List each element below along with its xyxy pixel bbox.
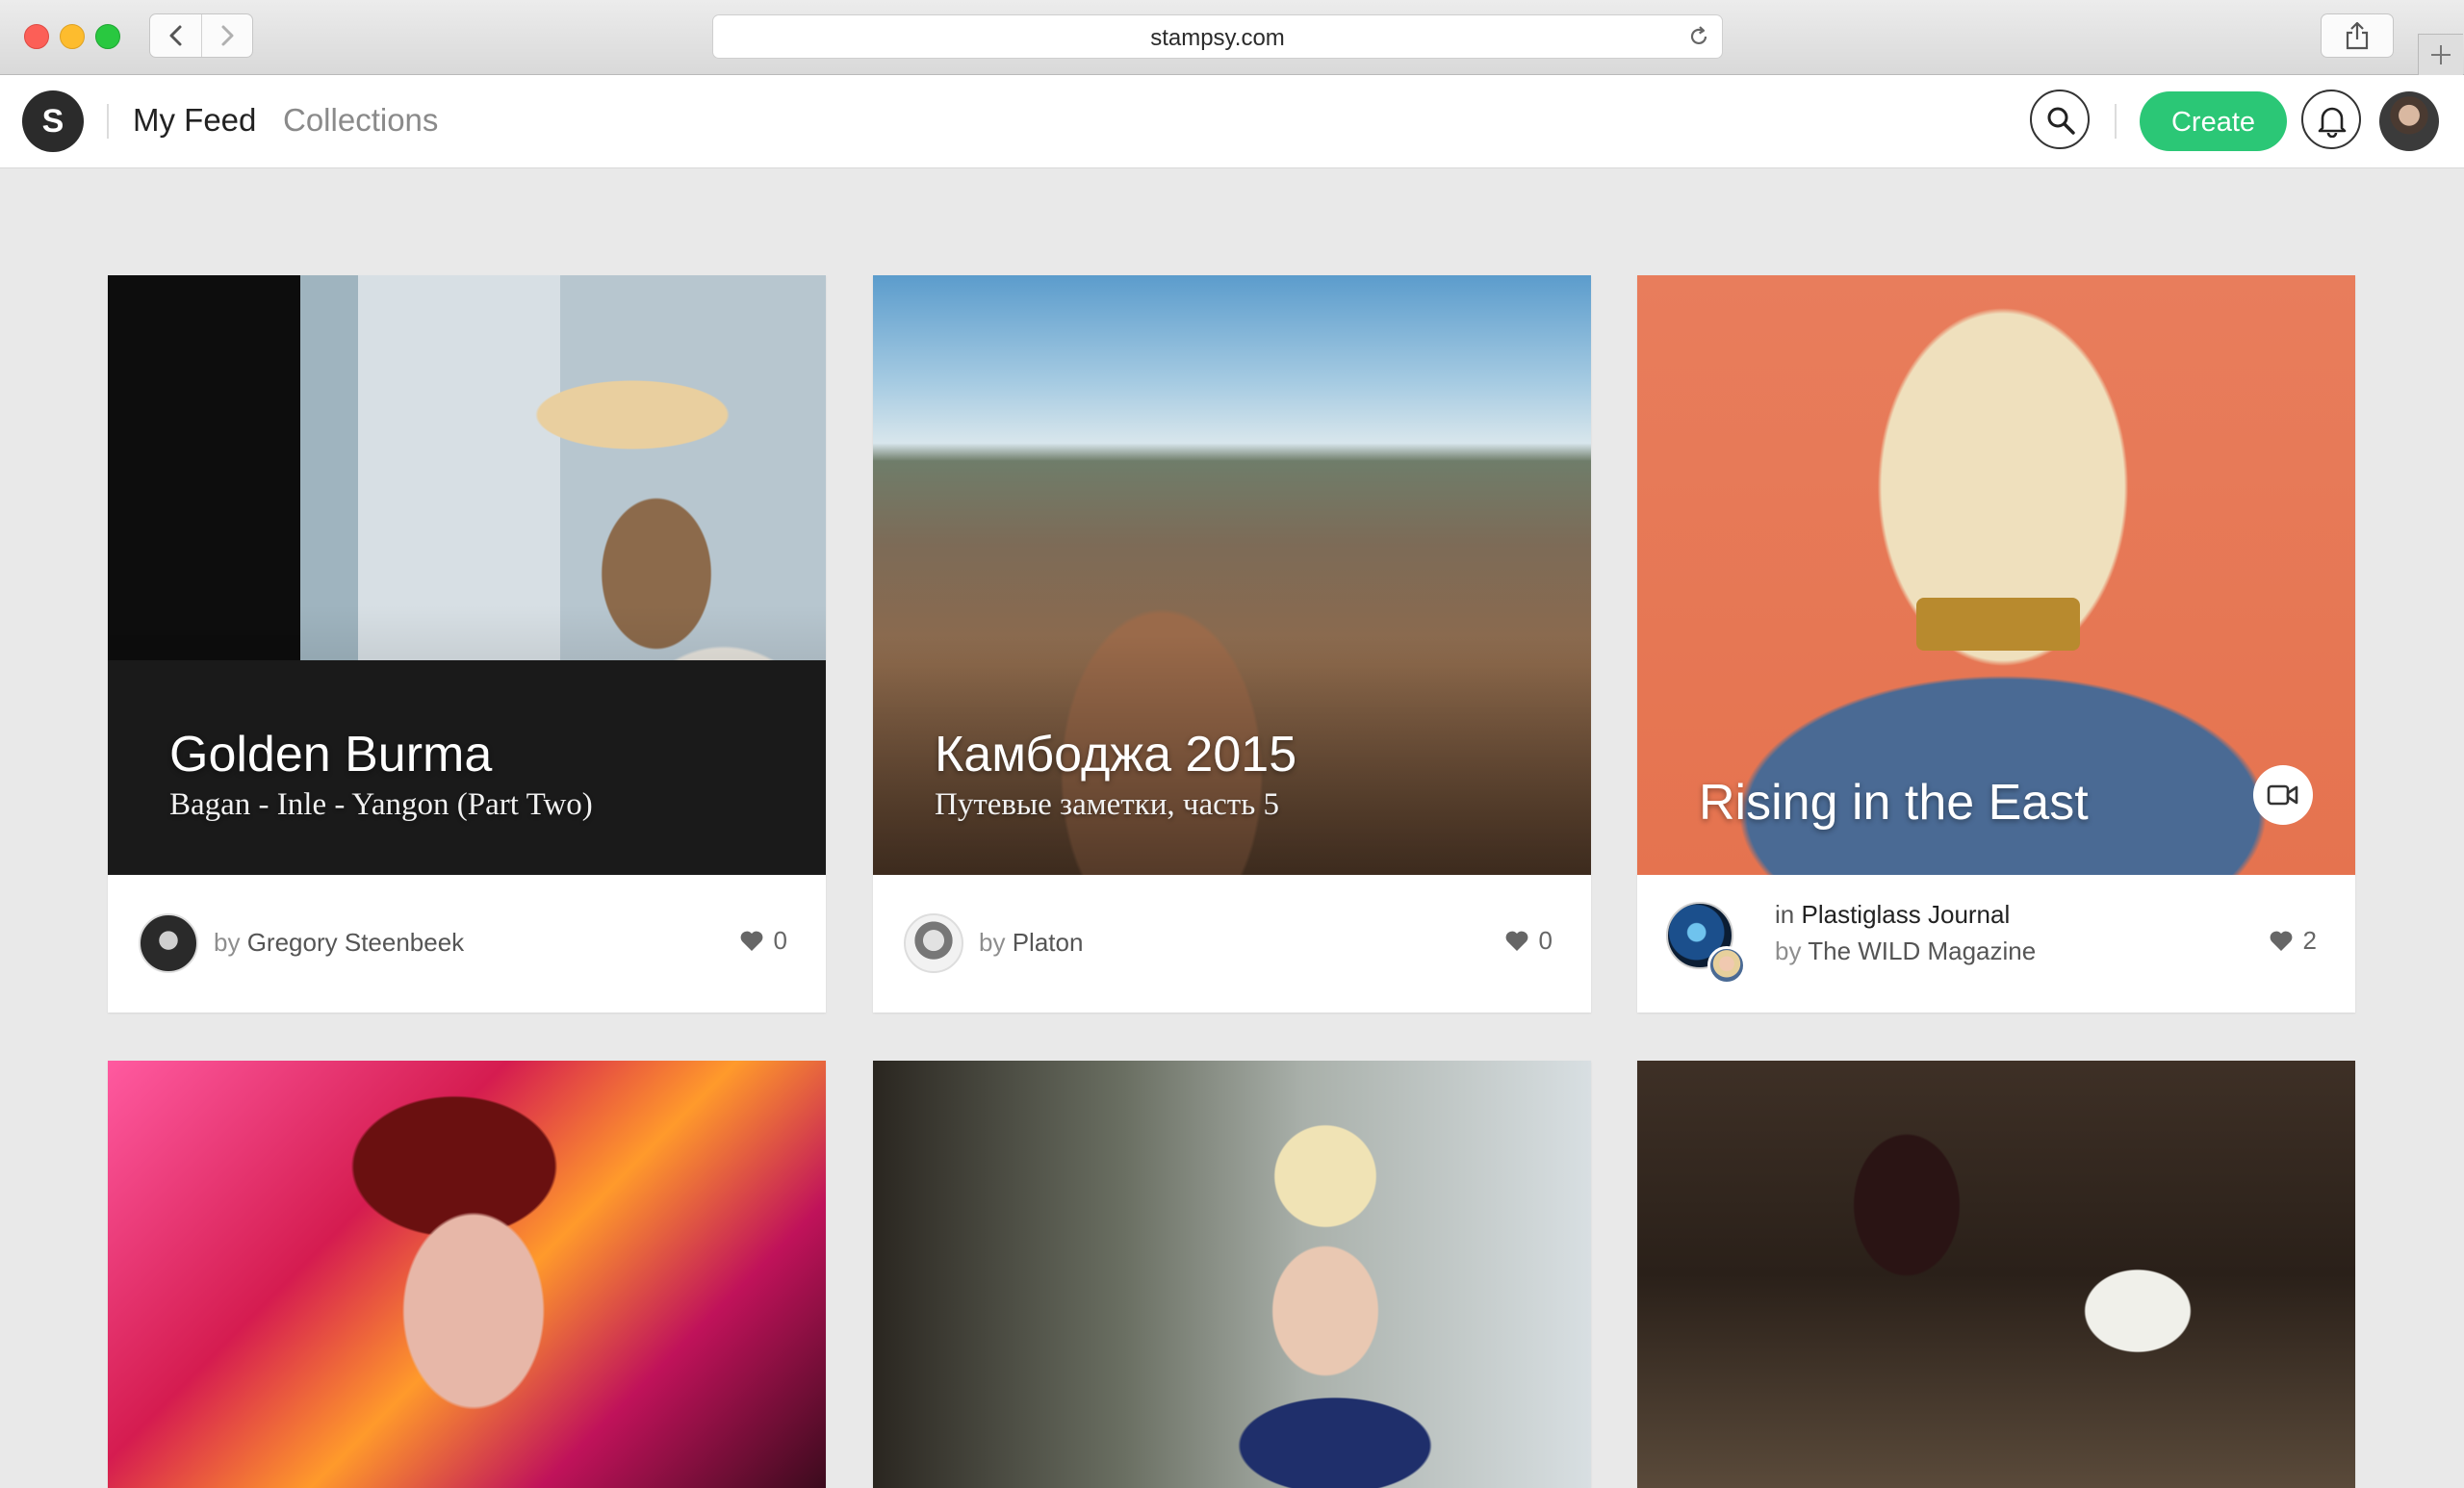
collection-name[interactable]: Plastiglass Journal [1801, 900, 2010, 929]
story-meta: by Gregory Steenbeek 0 [108, 875, 826, 1013]
story-card[interactable]: Камбоджа 2015 Путевые заметки, часть 5 b… [873, 275, 1591, 1013]
search-icon [2047, 107, 2075, 135]
author-name[interactable]: Gregory Steenbeek [247, 928, 464, 957]
share-icon [2346, 21, 2369, 50]
divider [2115, 104, 2117, 139]
like-number: 0 [1538, 926, 1553, 955]
heart-icon [2270, 931, 2292, 951]
video-badge [2253, 765, 2313, 825]
address-bar[interactable]: stampsy.com [712, 14, 1723, 59]
forward-button[interactable] [201, 14, 252, 57]
like-number: 2 [2302, 926, 2317, 955]
story-card[interactable] [873, 1061, 1591, 1488]
heart-icon [740, 931, 762, 951]
author-line: by Gregory Steenbeek [214, 928, 464, 958]
divider [107, 104, 109, 139]
by-prefix: by [1775, 936, 1802, 965]
author-line: by Platon [979, 928, 1083, 958]
stampsy-logo[interactable]: S [22, 90, 84, 152]
like-count[interactable]: 0 [1504, 926, 1553, 956]
notifications-button[interactable] [2301, 90, 2361, 149]
back-button[interactable] [150, 14, 202, 57]
story-card[interactable] [108, 1061, 826, 1488]
chevron-right-icon [221, 25, 234, 46]
story-card[interactable] [1637, 1061, 2355, 1488]
reload-icon[interactable] [1687, 25, 1710, 48]
story-subtitle: Bagan - Inle - Yangon (Part Two) [169, 787, 593, 822]
chevron-left-icon [169, 25, 182, 46]
search-button[interactable] [2030, 90, 2090, 149]
story-title: Rising in the East [1699, 775, 2089, 831]
nav-collections[interactable]: Collections [283, 102, 438, 139]
bell-icon [2318, 107, 2347, 138]
nav-my-feed[interactable]: My Feed [133, 102, 256, 139]
like-count[interactable]: 0 [739, 926, 787, 956]
story-meta: by Platon 0 [873, 875, 1591, 1013]
story-cover-image[interactable] [873, 1061, 1591, 1488]
plus-icon [2431, 45, 2451, 64]
heart-icon [1505, 931, 1527, 951]
user-avatar[interactable] [2379, 91, 2439, 151]
story-card[interactable]: Rising in the East in Plastiglass Journa… [1637, 275, 2355, 1013]
author-avatar[interactable] [1707, 946, 1746, 985]
browser-toolbar: stampsy.com [0, 0, 2464, 75]
collection-line: in Plastiglass Journal [1775, 900, 2010, 930]
story-cover-image[interactable]: Golden Burma Bagan - Inle - Yangon (Part… [108, 275, 826, 875]
author-name[interactable]: The WILD Magazine [1808, 936, 2036, 965]
video-camera-icon [2267, 784, 2298, 806]
necklace-shape [1916, 598, 2080, 651]
like-number: 0 [773, 926, 787, 955]
by-prefix: by [214, 928, 241, 957]
author-avatar[interactable] [904, 913, 963, 973]
story-title: Golden Burma [169, 727, 493, 782]
in-prefix: in [1775, 900, 1795, 929]
story-cover-image[interactable] [1637, 1061, 2355, 1488]
story-title: Камбоджа 2015 [935, 727, 1297, 782]
story-meta: in Plastiglass Journal by The WILD Magaz… [1637, 875, 2355, 1013]
share-button[interactable] [2321, 13, 2394, 58]
author-avatar[interactable] [139, 913, 198, 973]
story-card[interactable]: Golden Burma Bagan - Inle - Yangon (Part… [108, 275, 826, 1013]
window-close-button[interactable] [24, 24, 49, 49]
history-nav [149, 13, 253, 58]
author-line: by The WILD Magazine [1775, 936, 2036, 966]
by-prefix: by [979, 928, 1006, 957]
window-minimize-button[interactable] [60, 24, 85, 49]
story-cover-image[interactable] [108, 1061, 826, 1488]
like-count[interactable]: 2 [2269, 926, 2317, 956]
url-text: stampsy.com [1150, 25, 1285, 51]
new-tab-button[interactable] [2418, 34, 2463, 75]
window-maximize-button[interactable] [95, 24, 120, 49]
create-button[interactable]: Create [2140, 91, 2287, 151]
app-header: S My Feed Collections Create [0, 75, 2464, 168]
story-subtitle: Путевые заметки, часть 5 [935, 787, 1279, 822]
story-cover-image[interactable]: Rising in the East [1637, 275, 2355, 875]
author-name[interactable]: Platon [1013, 928, 1084, 957]
story-cover-image[interactable]: Камбоджа 2015 Путевые заметки, часть 5 [873, 275, 1591, 875]
